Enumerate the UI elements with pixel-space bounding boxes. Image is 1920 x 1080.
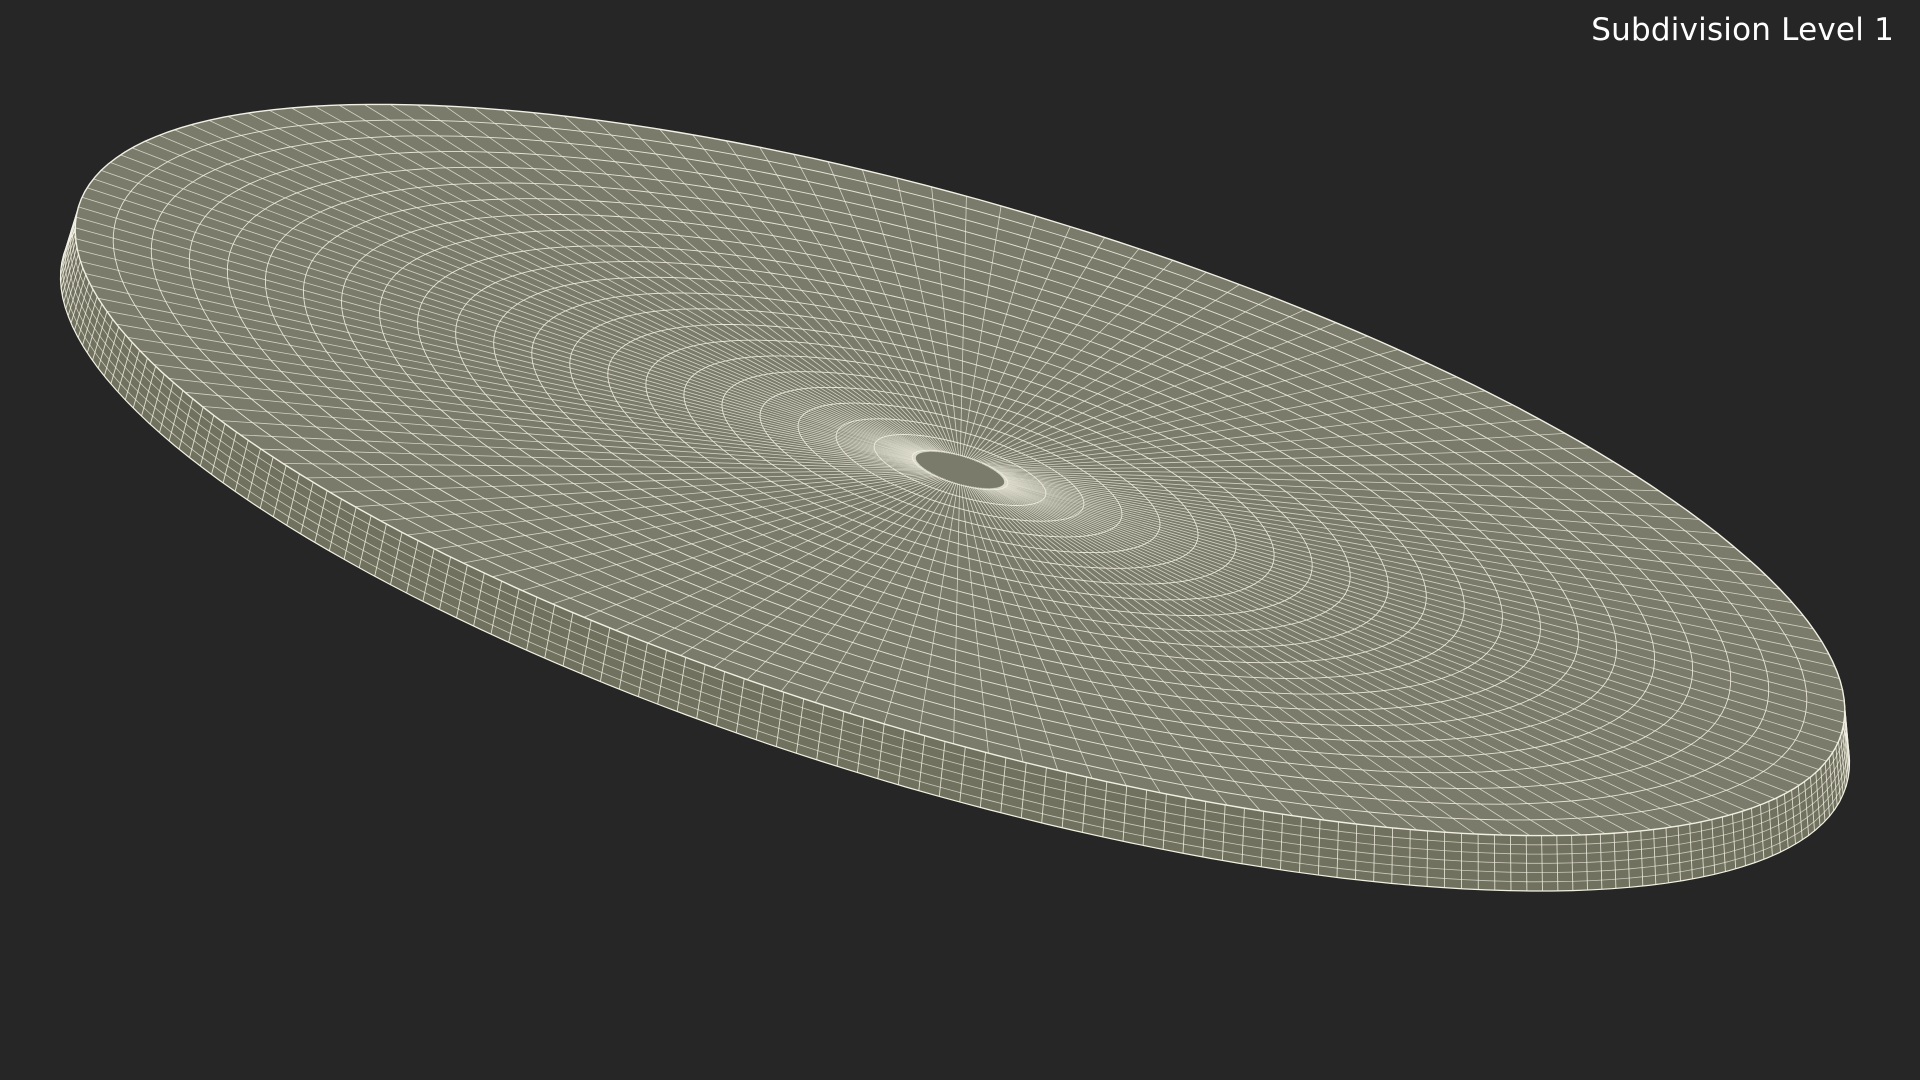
subdivision-level-label: Subdivision Level 1 bbox=[1591, 12, 1894, 48]
wireframe-mesh bbox=[59, 103, 1851, 892]
disc-top-outline bbox=[74, 103, 1846, 837]
3d-viewport[interactable]: Subdivision Level 1 bbox=[0, 0, 1920, 1080]
disc-top-face bbox=[74, 103, 1846, 837]
